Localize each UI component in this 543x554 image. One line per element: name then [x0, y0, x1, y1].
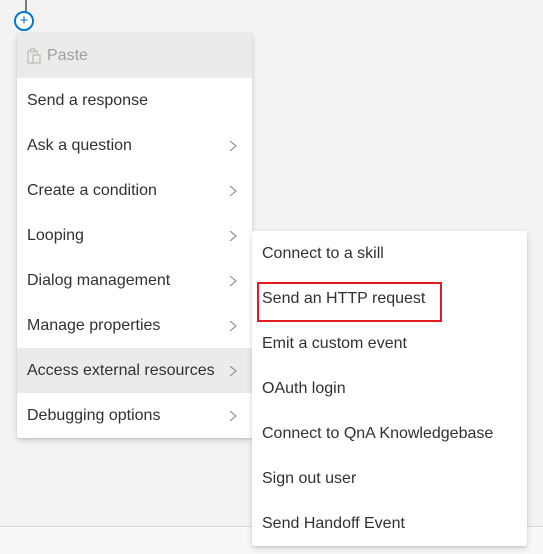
menu-item-looping[interactable]: Looping — [17, 213, 252, 258]
menu-item-label: Emit a custom event — [262, 334, 407, 352]
menu-item-label: OAuth login — [262, 379, 346, 397]
menu-item-create-a-condition[interactable]: Create a condition — [17, 168, 252, 213]
plus-icon: + — [19, 12, 29, 29]
menu-item-label: Create a condition — [27, 181, 157, 199]
submenu-item-oauth-login[interactable]: OAuth login — [252, 366, 527, 411]
menu-item-paste: Paste — [17, 33, 252, 78]
menu-item-label: Paste — [47, 46, 88, 64]
chevron-right-icon — [229, 410, 237, 421]
chevron-right-icon — [229, 185, 237, 196]
chevron-right-icon — [229, 320, 237, 331]
menu-item-access-external-resources[interactable]: Access external resources — [17, 348, 252, 393]
menu-item-dialog-management[interactable]: Dialog management — [17, 258, 252, 303]
access-external-resources-submenu: Connect to a skill Send an HTTP request … — [252, 231, 527, 546]
menu-item-label: Manage properties — [27, 316, 161, 334]
menu-item-label: Connect to QnA Knowledgebase — [262, 424, 494, 442]
submenu-item-send-an-http-request[interactable]: Send an HTTP request — [252, 276, 527, 321]
chevron-right-icon — [229, 365, 237, 376]
submenu-item-send-handoff-event[interactable]: Send Handoff Event — [252, 501, 527, 546]
submenu-item-emit-a-custom-event[interactable]: Emit a custom event — [252, 321, 527, 366]
menu-item-label: Send an HTTP request — [262, 289, 426, 307]
menu-item-label: Send Handoff Event — [262, 514, 405, 532]
submenu-item-sign-out-user[interactable]: Sign out user — [252, 456, 527, 501]
chevron-right-icon — [229, 230, 237, 241]
menu-item-manage-properties[interactable]: Manage properties — [17, 303, 252, 348]
menu-item-send-a-response[interactable]: Send a response — [17, 78, 252, 123]
submenu-item-connect-to-a-skill[interactable]: Connect to a skill — [252, 231, 527, 276]
add-node-button[interactable]: + — [14, 11, 34, 31]
menu-item-label: Access external resources — [27, 361, 215, 379]
menu-item-label: Sign out user — [262, 469, 357, 487]
menu-item-label: Dialog management — [27, 271, 171, 289]
paste-icon — [27, 48, 41, 63]
chevron-right-icon — [229, 275, 237, 286]
add-action-menu: Paste Send a response Ask a question Cre… — [17, 33, 252, 438]
menu-item-label: Connect to a skill — [262, 244, 384, 262]
submenu-item-connect-to-qna-knowledgebase[interactable]: Connect to QnA Knowledgebase — [252, 411, 527, 456]
menu-item-label: Ask a question — [27, 136, 132, 154]
menu-item-debugging-options[interactable]: Debugging options — [17, 393, 252, 438]
menu-item-ask-a-question[interactable]: Ask a question — [17, 123, 252, 168]
chevron-right-icon — [229, 140, 237, 151]
menu-item-label: Looping — [27, 226, 84, 244]
menu-item-label: Debugging options — [27, 406, 161, 424]
menu-item-label: Send a response — [27, 91, 148, 109]
